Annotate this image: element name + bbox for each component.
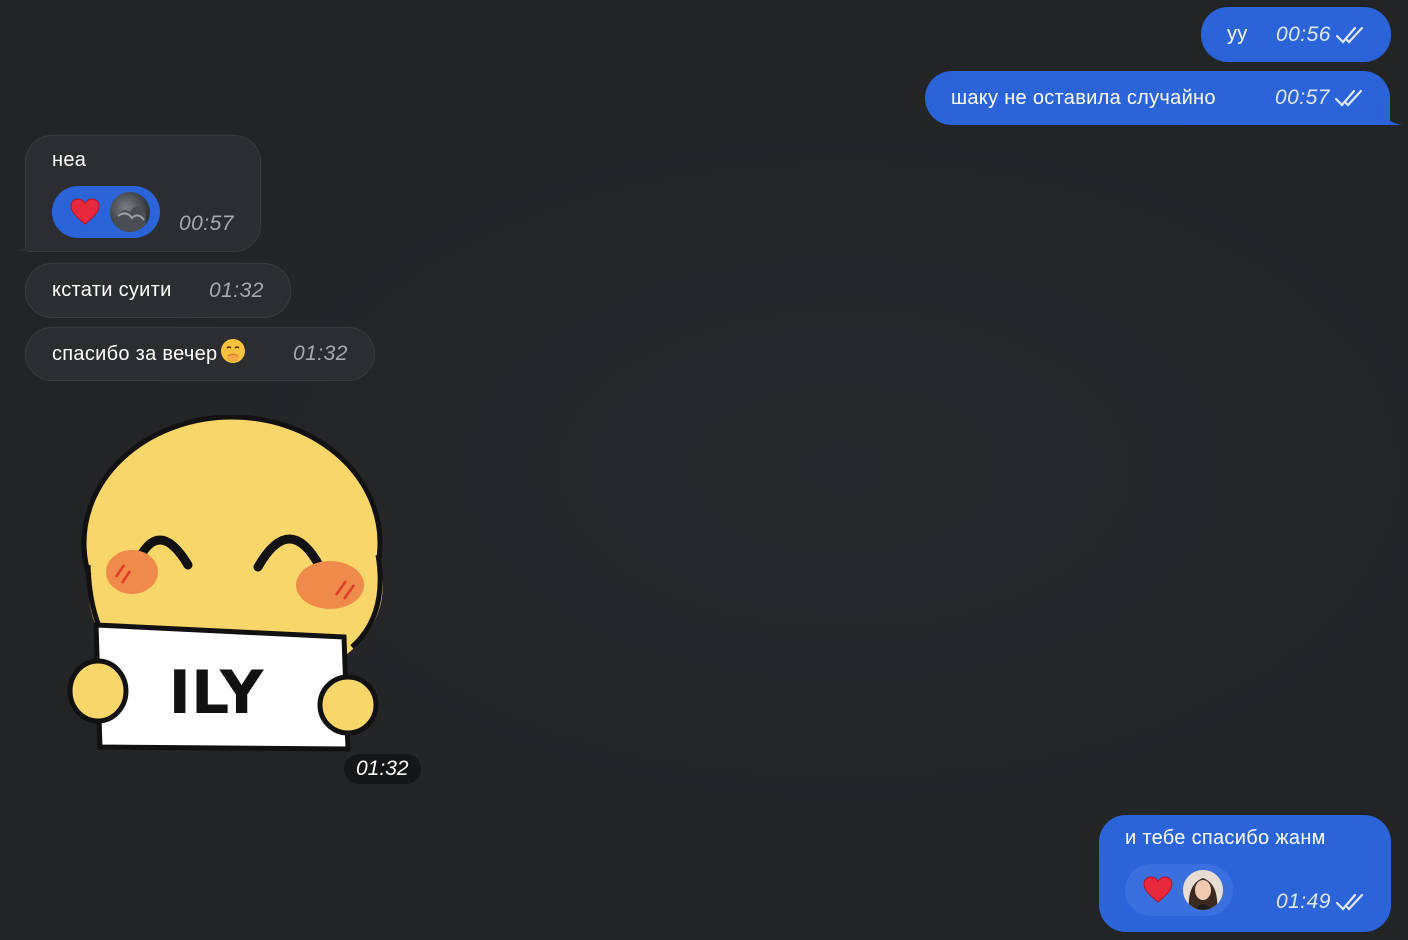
message-text: и тебе спасибо жанм bbox=[1125, 827, 1326, 849]
message-bubble-incoming[interactable]: неа 00:57 bbox=[14, 135, 261, 252]
message-bubble-outgoing[interactable]: и тебе спасибо жанм 01:49 bbox=[1099, 815, 1391, 932]
message-bubble-incoming[interactable]: спасибо за вечер 01:32 bbox=[25, 327, 375, 381]
message-text: уу bbox=[1227, 23, 1248, 45]
heart-icon bbox=[1143, 876, 1173, 903]
reactor-avatar[interactable] bbox=[1183, 870, 1223, 910]
double-check-icon bbox=[1334, 89, 1363, 107]
reaction-pill[interactable] bbox=[52, 186, 160, 238]
message-time: 01:32 bbox=[344, 754, 421, 784]
message-text: неа bbox=[52, 149, 87, 171]
ily-emoji-sticker: ILY bbox=[67, 415, 383, 752]
message-time: 01:32 bbox=[208, 278, 264, 302]
sticker-text: ILY bbox=[169, 658, 265, 728]
bubble-tail bbox=[1378, 107, 1402, 125]
double-check-icon bbox=[1335, 893, 1364, 911]
message-bubble-outgoing[interactable]: уу 00:56 bbox=[1201, 7, 1391, 62]
reactor-avatar[interactable] bbox=[110, 192, 150, 232]
reaction-pill[interactable] bbox=[1125, 864, 1233, 916]
message-text: шаку не оставила случайно bbox=[951, 86, 1216, 109]
chat-view[interactable]: уу 00:56 шаку не оставила случайно 00:57 bbox=[0, 0, 1408, 940]
message-time: 00:57 bbox=[178, 212, 234, 235]
message-time: 01:49 bbox=[1275, 890, 1331, 913]
heart-icon bbox=[70, 198, 100, 225]
message-time: 01:32 bbox=[292, 342, 348, 365]
message-time: 00:57 bbox=[1274, 86, 1330, 109]
face-with-hand-over-mouth-icon bbox=[220, 338, 246, 370]
bubble-tail bbox=[14, 233, 38, 251]
message-text: спасибо за вечер bbox=[52, 342, 218, 365]
double-check-icon bbox=[1335, 26, 1364, 44]
message-time: 00:56 bbox=[1275, 22, 1331, 46]
avatar-image bbox=[1183, 870, 1223, 910]
message-bubble-incoming[interactable]: кстати суити 01:32 bbox=[25, 263, 291, 318]
avatar-image bbox=[114, 206, 146, 232]
message-text: кстати суити bbox=[52, 279, 172, 301]
message-bubble-outgoing[interactable]: шаку не оставила случайно 00:57 bbox=[925, 71, 1402, 125]
sticker-message[interactable]: ILY 01:32 bbox=[66, 415, 426, 790]
